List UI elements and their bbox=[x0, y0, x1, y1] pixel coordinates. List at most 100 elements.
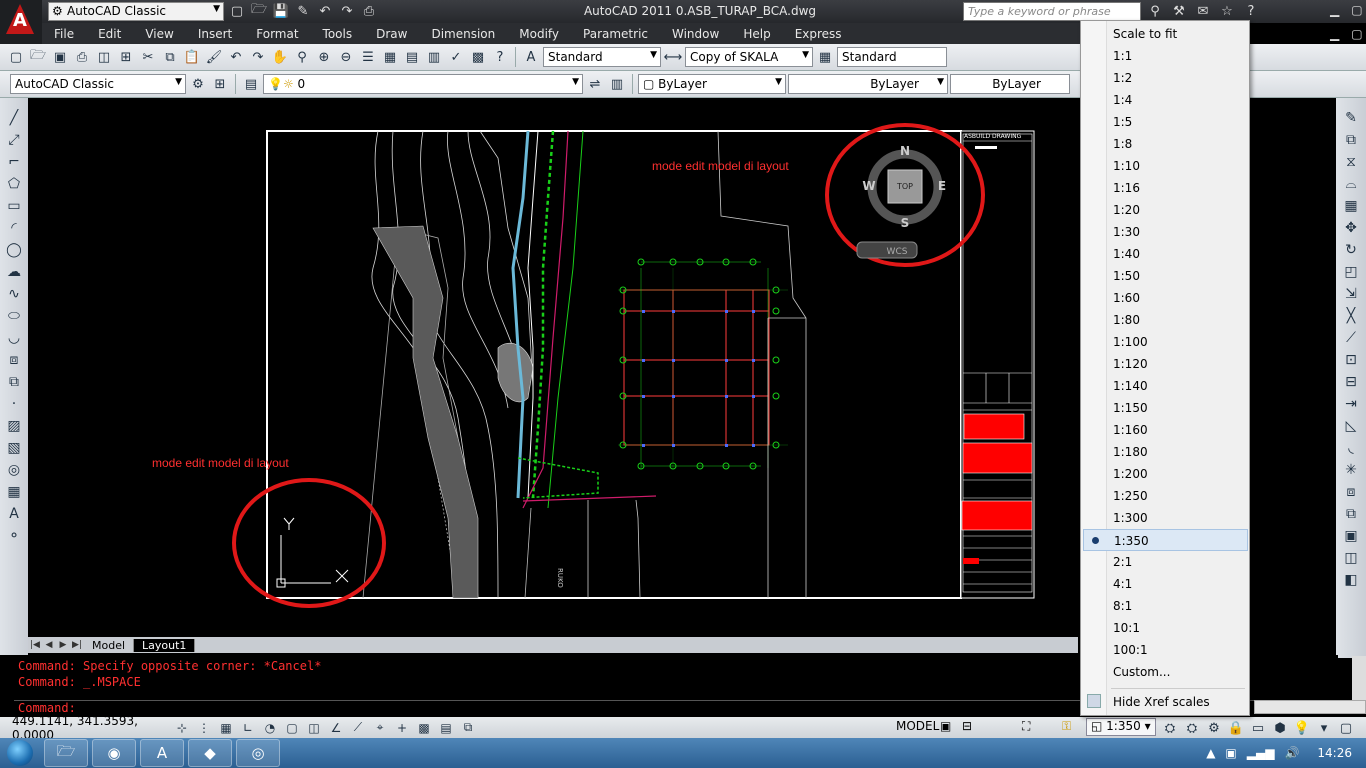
auto-scale-icon[interactable]: ⛭ bbox=[1182, 718, 1202, 738]
menu-format[interactable]: Format bbox=[244, 27, 310, 41]
firefox-task-icon[interactable]: ◉ bbox=[92, 739, 136, 767]
table-icon[interactable]: ▦ bbox=[3, 482, 25, 502]
chamfer-icon[interactable]: ◺ bbox=[1340, 416, 1362, 436]
maximize-icon[interactable]: ▢ bbox=[1351, 3, 1362, 17]
zoom-realtime-icon[interactable]: ⚲ bbox=[292, 47, 312, 67]
extend-icon[interactable]: ⟋ bbox=[1340, 328, 1362, 348]
dim-style-icon[interactable]: ⟷ bbox=[663, 47, 683, 67]
dim-style-select[interactable]: Copy of SKALA ▼ bbox=[685, 47, 813, 67]
save-icon[interactable]: ▣ bbox=[50, 47, 70, 67]
wcs-menu[interactable]: WCS bbox=[887, 247, 908, 257]
favorites-icon[interactable]: ☆ bbox=[1218, 2, 1236, 20]
print-icon[interactable]: ⎙ bbox=[360, 2, 378, 20]
save-as-icon[interactable]: ✎ bbox=[294, 2, 312, 20]
open-icon[interactable]: 🗁 bbox=[28, 47, 48, 67]
menu-view[interactable]: View bbox=[133, 27, 185, 41]
scale-option[interactable]: 1:180 bbox=[1111, 441, 1247, 463]
infer-constraints-icon[interactable]: ⊹ bbox=[172, 719, 192, 737]
snap-mode-icon[interactable]: ⋮ bbox=[194, 719, 214, 737]
help-icon[interactable]: ? bbox=[490, 47, 510, 67]
next-tab-icon[interactable]: ▶ bbox=[56, 640, 70, 650]
break-at-point-icon[interactable]: ⊡ bbox=[1340, 350, 1362, 370]
menu-file[interactable]: File bbox=[42, 27, 86, 41]
scale-option[interactable]: 1:16 bbox=[1111, 177, 1247, 199]
ellipse-arc-icon[interactable]: ◡ bbox=[3, 328, 25, 348]
model-space-toggle[interactable]: MODEL bbox=[896, 719, 939, 733]
layout-list-icon[interactable]: ⊟ bbox=[962, 719, 972, 733]
doc-restore-icon[interactable]: ▢ bbox=[1351, 27, 1362, 41]
ellipse-icon[interactable]: ⬭ bbox=[3, 306, 25, 326]
dynamic-input-icon[interactable]: ⌖ bbox=[370, 719, 390, 737]
first-tab-icon[interactable]: |◀ bbox=[28, 640, 42, 650]
viewport-icon[interactable]: ⧉ bbox=[1340, 504, 1362, 524]
scale-option[interactable]: 8:1 bbox=[1111, 595, 1247, 617]
save-icon[interactable]: 💾 bbox=[272, 2, 290, 20]
polar-tracking-icon[interactable]: ◔ bbox=[260, 719, 280, 737]
insert-block-icon[interactable]: ⧈ bbox=[3, 350, 25, 370]
scale-option[interactable]: 1:140 bbox=[1111, 375, 1247, 397]
hardware-acceleration-icon[interactable]: ▭ bbox=[1248, 718, 1268, 738]
layout-viewport-border[interactable] bbox=[266, 130, 962, 599]
viewcube-top-face[interactable]: TOP bbox=[896, 182, 913, 191]
break-icon[interactable]: ⊟ bbox=[1340, 372, 1362, 392]
volume-icon[interactable]: 🔊 bbox=[1284, 746, 1299, 760]
workspace-select[interactable]: AutoCAD Classic ▼ bbox=[10, 74, 186, 94]
paste-icon[interactable]: 📋 bbox=[182, 47, 202, 67]
lightbulb-icon[interactable]: 💡 bbox=[1292, 718, 1312, 738]
communication-icon[interactable]: ✉ bbox=[1194, 2, 1212, 20]
line-icon[interactable]: ╱ bbox=[3, 108, 25, 128]
scale-option[interactable]: 1:10 bbox=[1111, 155, 1247, 177]
polygon-icon[interactable]: ⬠ bbox=[3, 174, 25, 194]
color-select[interactable]: ▢ ByLayer ▼ bbox=[638, 74, 786, 94]
menu-draw[interactable]: Draw bbox=[364, 27, 419, 41]
tray-expand-icon[interactable]: ▲ bbox=[1206, 746, 1215, 760]
layer-manager-icon[interactable]: ▤ bbox=[241, 74, 261, 94]
lock-viewport-icon[interactable]: ⚿ bbox=[1062, 719, 1071, 734]
explode-icon[interactable]: ✳ bbox=[1340, 460, 1362, 480]
ortho-mode-icon[interactable]: ∟ bbox=[238, 719, 258, 737]
start-button[interactable] bbox=[0, 738, 40, 768]
compass-south[interactable]: S bbox=[901, 216, 910, 230]
layout-viewport-icon[interactable]: ⧈ bbox=[1340, 482, 1362, 502]
revision-cloud-icon[interactable]: ☁ bbox=[3, 262, 25, 282]
rotate-icon[interactable]: ↻ bbox=[1340, 240, 1362, 260]
tab-model[interactable]: Model bbox=[84, 638, 135, 652]
new-file-icon[interactable]: ▢ bbox=[228, 2, 246, 20]
clean-screen-icon[interactable]: ▢ bbox=[1336, 718, 1356, 738]
viewport-scale-button[interactable]: ◱ 1:350 ▾ bbox=[1086, 718, 1156, 736]
clock[interactable]: 14:26 bbox=[1317, 746, 1352, 760]
zoom-previous-icon[interactable]: ⊖ bbox=[336, 47, 356, 67]
toolbar-lock-icon[interactable]: 🔒 bbox=[1226, 718, 1246, 738]
prev-tab-icon[interactable]: ◀ bbox=[42, 640, 56, 650]
object-snap-tracking-icon[interactable]: ∠ bbox=[326, 719, 346, 737]
scale-option[interactable]: 1:4 bbox=[1111, 89, 1247, 111]
linetype-select[interactable]: ByLayer ▼ bbox=[788, 74, 948, 94]
viewcube[interactable] bbox=[856, 149, 943, 259]
scale-option[interactable]: 1:60 bbox=[1111, 287, 1247, 309]
menu-express[interactable]: Express bbox=[783, 27, 854, 41]
grid-display-icon[interactable]: ▦ bbox=[216, 719, 236, 737]
workspace-switching-icon[interactable]: ⚙ bbox=[1204, 718, 1224, 738]
lineweight-select[interactable]: ByLayer bbox=[950, 74, 1070, 94]
polyline-icon[interactable]: ⌐ bbox=[3, 152, 25, 172]
dynamic-ucs-icon[interactable]: ⟋ bbox=[348, 719, 368, 737]
network-icon[interactable]: ▂▄▆ bbox=[1247, 746, 1275, 760]
search-input[interactable]: Type a keyword or phrase bbox=[963, 2, 1141, 21]
offset-icon[interactable]: ⌓ bbox=[1340, 174, 1362, 194]
menu-edit[interactable]: Edit bbox=[86, 27, 133, 41]
last-tab-icon[interactable]: ▶| bbox=[70, 640, 84, 650]
stretch-icon[interactable]: ⇲ bbox=[1340, 284, 1362, 304]
customize-icon[interactable]: ⊞ bbox=[210, 74, 230, 94]
application-menu-button[interactable]: A bbox=[0, 0, 42, 44]
scale-option[interactable]: 1:30 bbox=[1111, 221, 1247, 243]
app2-task-icon[interactable]: ◎ bbox=[236, 739, 280, 767]
tab-layout1[interactable]: Layout1 bbox=[134, 638, 196, 652]
minimize-icon[interactable]: ▁ bbox=[1330, 3, 1339, 17]
compass-west[interactable]: W bbox=[862, 179, 875, 193]
hatch-icon[interactable]: ▨ bbox=[3, 416, 25, 436]
join-icon[interactable]: ⇥ bbox=[1340, 394, 1362, 414]
fillet-icon[interactable]: ◟ bbox=[1340, 438, 1362, 458]
annotation-visibility-icon[interactable]: ⛭ bbox=[1160, 718, 1180, 738]
scale-option[interactable]: 1:150 bbox=[1111, 397, 1247, 419]
layer-previous-icon[interactable]: ▥ bbox=[607, 74, 627, 94]
